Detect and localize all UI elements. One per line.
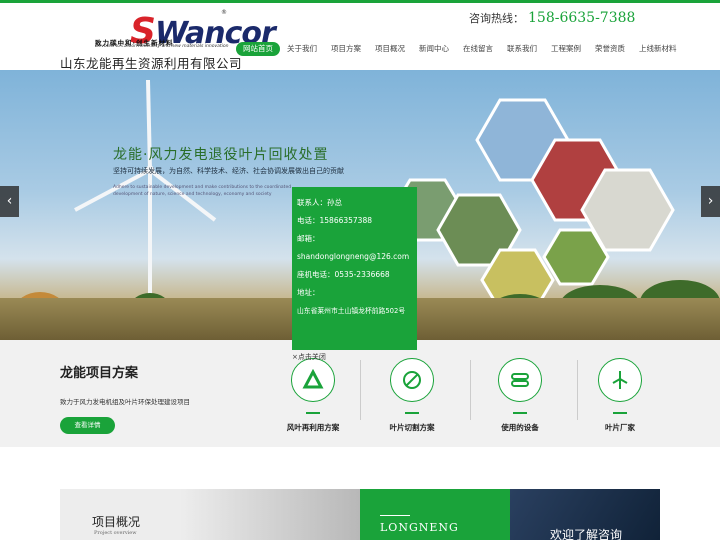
site-header: SWancor ® 致力碳中和·创生新材料 Devoted to carbon … bbox=[0, 3, 720, 71]
projects-title: 龙能项目方案 bbox=[60, 366, 139, 381]
banner-subtitle-en: Adhere to sustainable development and ma… bbox=[113, 185, 292, 197]
popup-address: 山东省莱州市土山镇龙杯前路502号 bbox=[297, 307, 406, 315]
nav-item-new-materials[interactable]: 上线新材料 bbox=[632, 42, 684, 56]
hex-photo-collage bbox=[390, 98, 675, 312]
feature-label: 使用的设备 bbox=[501, 423, 539, 432]
popup-phone[interactable]: 电话：15866357388 bbox=[297, 212, 412, 230]
feature-label: 风叶再利用方案 bbox=[286, 423, 340, 432]
hotline: 咨询热线： 158-6635-7388 bbox=[469, 10, 636, 26]
projects-description: 致力于风力发电机组及叶片环保处理建设项目 bbox=[60, 398, 190, 406]
nav-item-overview[interactable]: 项目概况 bbox=[368, 42, 412, 56]
cutting-icon bbox=[390, 358, 434, 402]
feature-blade-cutting[interactable]: 叶片切割方案 bbox=[362, 358, 462, 433]
overview-subtitle: Project overview bbox=[94, 530, 137, 536]
brand-card: LONGNENG bbox=[360, 489, 510, 540]
nav-item-cases[interactable]: 工程案例 bbox=[544, 42, 588, 56]
feature-bar bbox=[513, 412, 527, 414]
recycle-icon bbox=[291, 358, 335, 402]
feature-equipment[interactable]: 使用的设备 bbox=[470, 358, 570, 433]
logo-registered-mark: ® bbox=[221, 9, 227, 16]
popup-landline: 座机电话：0535-2336668 bbox=[297, 270, 390, 279]
popup-email[interactable]: shandonglongneng@126.com bbox=[297, 248, 412, 266]
consult-card[interactable]: 欢迎了解咨询 bbox=[510, 489, 660, 542]
feature-divider bbox=[360, 360, 361, 420]
contact-popup: 联系人：孙总 电话：15866357388 邮箱： shandonglongne… bbox=[292, 187, 417, 350]
hotline-number[interactable]: 158-6635-7388 bbox=[528, 10, 635, 26]
chevron-right-icon[interactable]: › bbox=[701, 186, 720, 217]
feature-bar bbox=[306, 412, 320, 414]
equipment-icon bbox=[498, 358, 542, 402]
feature-bar bbox=[405, 412, 419, 414]
consult-text: 欢迎了解咨询 bbox=[550, 528, 623, 542]
nav-item-news[interactable]: 新闻中心 bbox=[412, 42, 456, 56]
feature-blade-makers[interactable]: 叶片厂家 bbox=[570, 358, 670, 433]
nav-item-honors[interactable]: 荣誉资质 bbox=[588, 42, 632, 56]
popup-contact-person: 联系人：孙总 bbox=[297, 198, 342, 207]
popup-email-label: 邮箱： bbox=[297, 234, 320, 243]
project-overview-card[interactable]: 项目概况 Project overview bbox=[60, 489, 360, 540]
nav-item-home[interactable]: 网站首页 bbox=[236, 42, 280, 56]
nav-item-solutions[interactable]: 项目方案 bbox=[324, 42, 368, 56]
brand-divider bbox=[380, 515, 410, 516]
nav-item-about[interactable]: 关于我们 bbox=[280, 42, 324, 56]
view-details-button[interactable]: 查看详情 bbox=[60, 417, 115, 434]
popup-address-label: 地址： bbox=[297, 288, 320, 297]
feature-blade-reuse[interactable]: 风叶再利用方案 bbox=[263, 358, 363, 433]
projects-section: 龙能项目方案 致力于风力发电机组及叶片环保处理建设项目 查看详情 风叶再利用方案… bbox=[0, 340, 720, 447]
popup-close-button[interactable]: ×点击关闭 bbox=[292, 352, 326, 362]
feature-bar bbox=[613, 412, 627, 414]
brand-text: LONGNENG bbox=[380, 521, 459, 534]
nav-item-message[interactable]: 在线留言 bbox=[456, 42, 500, 56]
banner-title: 龙能·风力发电退役叶片回收处置 bbox=[113, 147, 329, 163]
logo-tagline-en: Devoted to carbon neutrality and new mat… bbox=[95, 44, 229, 49]
chevron-left-icon[interactable]: ‹ bbox=[0, 186, 19, 217]
overview-title: 项目概况 bbox=[92, 515, 141, 529]
feature-label: 叶片切割方案 bbox=[389, 423, 435, 432]
main-nav: 网站首页 关于我们 项目方案 项目概况 新闻中心 在线留言 联系我们 工程案例 … bbox=[236, 42, 684, 56]
nav-item-contact[interactable]: 联系我们 bbox=[500, 42, 544, 56]
banner-subtitle: 坚持可持续发展，为自然、科学技术、经济、社会协调发展做出自己的贡献 bbox=[113, 167, 344, 175]
wind-turbine-icon bbox=[598, 358, 642, 402]
bottom-section: 项目概况 Project overview LONGNENG 欢迎了解咨询 bbox=[0, 447, 720, 542]
feature-label: 叶片厂家 bbox=[605, 423, 635, 432]
